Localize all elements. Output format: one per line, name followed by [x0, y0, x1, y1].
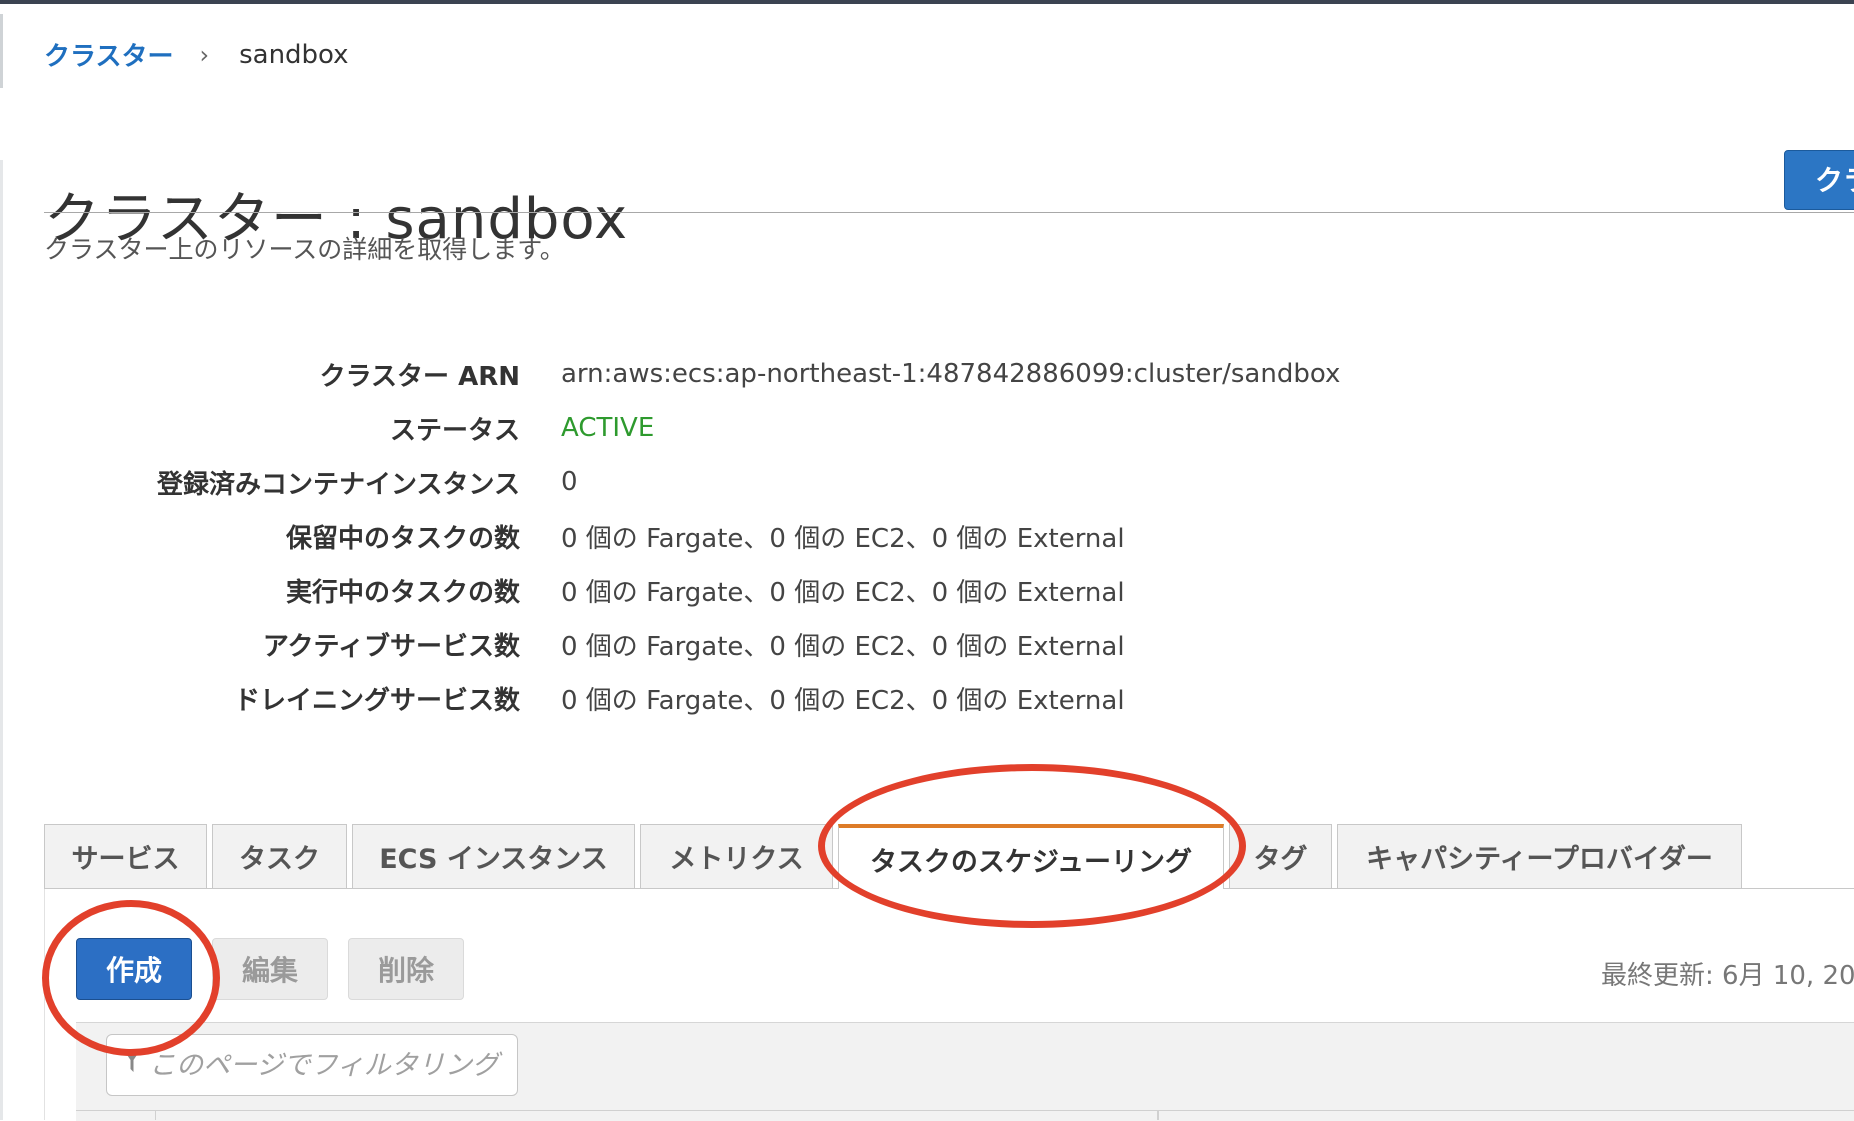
tab-bar: サービス タスク ECS インスタンス メトリクス タスクのスケジューリング タ… [44, 824, 1854, 890]
title-divider [44, 212, 1854, 213]
detail-label: クラスター ARN [319, 361, 520, 392]
table-column-divider [155, 1110, 156, 1120]
detail-value: 0 個の Fargate、0 個の EC2、0 個の External [561, 631, 1125, 662]
tab-tags[interactable]: タグ [1229, 824, 1332, 888]
delete-button[interactable]: 削除 [348, 938, 464, 1000]
breadcrumb-current: sandbox [239, 39, 349, 70]
tab-metrics[interactable]: メトリクス [640, 824, 833, 888]
detail-label: ドレイニングサービス数 [233, 685, 520, 716]
detail-value: 0 [561, 467, 578, 497]
table-header [76, 1110, 1854, 1121]
filter-box[interactable] [106, 1034, 518, 1096]
left-edge-rule [0, 14, 3, 88]
tab-capacity-providers[interactable]: キャパシティープロバイダー [1337, 824, 1742, 888]
detail-label: 実行中のタスクの数 [285, 577, 520, 608]
detail-label: アクティブサービス数 [262, 631, 520, 662]
detail-label: 登録済みコンテナインスタンス [157, 469, 520, 500]
filter-input[interactable] [147, 1048, 511, 1082]
breadcrumb: クラスター › sandbox [44, 36, 349, 73]
detail-value: arn:aws:ecs:ap-northeast-1:487842886099:… [561, 359, 1341, 389]
page-subtitle: クラスター上のリソースの詳細を取得します。 [44, 235, 565, 264]
detail-value: 0 個の Fargate、0 個の EC2、0 個の External [561, 685, 1125, 716]
last-updated-text: 最終更新: 6月 10, 20 [1601, 961, 1854, 991]
cluster-action-button[interactable]: クラ [1784, 150, 1854, 210]
detail-value: 0 個の Fargate、0 個の EC2、0 個の External [561, 577, 1125, 608]
tab-tasks[interactable]: タスク [212, 824, 347, 888]
create-button[interactable]: 作成 [76, 938, 192, 1000]
status-value: ACTIVE [561, 413, 655, 443]
detail-label: 保留中のタスクの数 [285, 523, 520, 554]
detail-value: 0 個の Fargate、0 個の EC2、0 個の External [561, 523, 1125, 554]
tab-ecs-instances[interactable]: ECS インスタンス [352, 824, 635, 888]
filter-funnel-icon [125, 1052, 139, 1078]
breadcrumb-separator: › [199, 40, 210, 69]
top-bar [0, 0, 1854, 4]
detail-label: ステータス [389, 415, 520, 446]
breadcrumb-clusters-link[interactable]: クラスター [44, 36, 173, 73]
tab-scheduled-tasks[interactable]: タスクのスケジューリング [838, 824, 1224, 890]
table-column-divider [1158, 1110, 1159, 1120]
edit-button[interactable]: 編集 [212, 938, 328, 1000]
tab-services[interactable]: サービス [44, 824, 207, 888]
